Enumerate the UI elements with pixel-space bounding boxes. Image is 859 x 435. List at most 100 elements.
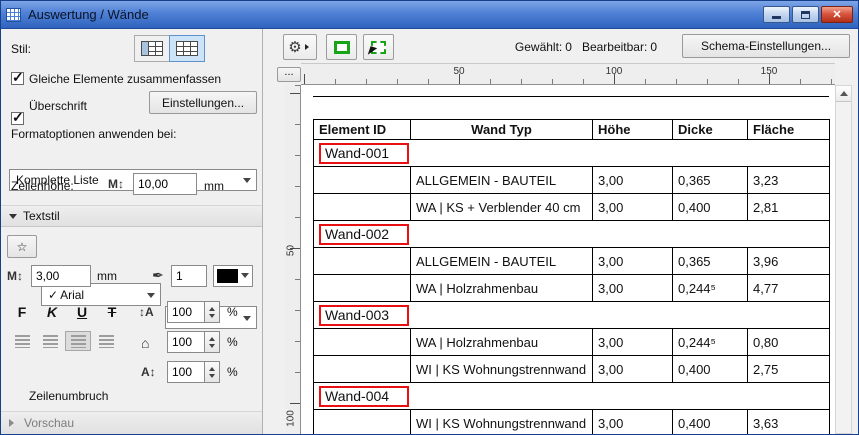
minimize-button[interactable] — [763, 6, 790, 23]
column-header-element-id[interactable]: Element ID — [314, 120, 411, 140]
dicke-cell[interactable]: 0,400 — [673, 410, 748, 435]
element-id-cell[interactable] — [314, 356, 411, 383]
group-row[interactable]: Wand-004 — [314, 383, 830, 410]
dicke-cell[interactable]: 0,400 — [673, 356, 748, 383]
flaeche-cell[interactable]: 3,96 — [748, 248, 830, 275]
data-row[interactable]: WA | Holzrahmenbau3,000,244⁵4,77 — [314, 275, 830, 302]
dicke-cell[interactable]: 0,244⁵ — [673, 329, 748, 356]
wand-typ-cell[interactable]: WA | Holzrahmenbau — [411, 275, 593, 302]
column-header-flaeche[interactable]: Fläche — [748, 120, 830, 140]
favorite-style-button[interactable]: ☆ — [7, 235, 37, 258]
strikethrough-button[interactable]: T — [99, 301, 125, 323]
wand-typ-cell[interactable]: ALLGEMEIN - BAUTEIL — [411, 248, 593, 275]
font-size-input[interactable] — [31, 265, 91, 287]
align-justify-button[interactable] — [93, 331, 119, 351]
italic-button[interactable]: K — [39, 301, 65, 323]
element-id-cell[interactable]: Wand-001 — [314, 140, 830, 167]
wand-typ-cell[interactable]: WA | KS + Verblender 40 cm — [411, 194, 593, 221]
vorschau-section-header[interactable]: Vorschau — [1, 411, 262, 435]
element-id-field[interactable]: Wand-001 — [319, 143, 409, 164]
schedule-canvas[interactable]: Element IDWand TypHöheDickeFläche Wand-0… — [301, 85, 835, 434]
flaeche-cell[interactable]: 2,75 — [748, 356, 830, 383]
data-row[interactable]: ALLGEMEIN - BAUTEIL3,000,3653,23 — [314, 167, 830, 194]
column-header-hoehe[interactable]: Höhe — [593, 120, 673, 140]
dicke-cell[interactable]: 0,400 — [673, 194, 748, 221]
ueberschrift-checkbox[interactable] — [11, 112, 24, 125]
ruler-options-button[interactable]: ... — [277, 67, 301, 82]
flaeche-cell[interactable]: 0,80 — [748, 329, 830, 356]
scrollbar-up-button[interactable] — [836, 86, 851, 102]
flaeche-cell[interactable]: 4,77 — [748, 275, 830, 302]
element-id-field[interactable]: Wand-003 — [319, 305, 409, 326]
select-elements-button[interactable] — [363, 34, 394, 60]
style-grid-button[interactable] — [169, 35, 205, 62]
width-factor-input[interactable] — [167, 331, 205, 353]
line-spacing-stepper[interactable] — [205, 301, 220, 323]
merge-elements-checkbox[interactable] — [11, 72, 24, 85]
title-bar[interactable]: Auswertung / Wände ✕ — [1, 1, 858, 29]
style-list-button[interactable] — [134, 35, 170, 62]
hoehe-cell[interactable]: 3,00 — [593, 167, 673, 194]
hoehe-cell[interactable]: 3,00 — [593, 248, 673, 275]
column-header-wand-typ[interactable]: Wand Typ — [411, 120, 593, 140]
select-region-button[interactable] — [326, 34, 357, 60]
hoehe-cell[interactable]: 3,00 — [593, 410, 673, 435]
dicke-cell[interactable]: 0,244⁵ — [673, 275, 748, 302]
data-row[interactable]: WA | Holzrahmenbau3,000,244⁵0,80 — [314, 329, 830, 356]
hoehe-cell[interactable]: 3,00 — [593, 356, 673, 383]
flaeche-cell[interactable]: 2,81 — [748, 194, 830, 221]
wand-typ-cell[interactable]: WI | KS Wohnungstrennwand — [411, 410, 593, 435]
ruler-label: 50 — [453, 66, 464, 77]
element-id-field[interactable]: Wand-002 — [319, 224, 409, 245]
group-row[interactable]: Wand-003 — [314, 302, 830, 329]
element-id-cell[interactable] — [314, 329, 411, 356]
element-id-cell[interactable]: Wand-003 — [314, 302, 830, 329]
pen-number-input[interactable] — [171, 265, 207, 287]
row-height-input[interactable] — [133, 173, 197, 195]
schedule-settings-menu-button[interactable]: ⚙ — [283, 34, 317, 60]
text-color-button[interactable] — [213, 265, 253, 287]
spinner-up-icon — [209, 334, 215, 341]
hoehe-cell[interactable]: 3,00 — [593, 329, 673, 356]
dicke-cell[interactable]: 0,365 — [673, 167, 748, 194]
data-row[interactable]: ALLGEMEIN - BAUTEIL3,000,3653,96 — [314, 248, 830, 275]
hoehe-cell[interactable]: 3,00 — [593, 275, 673, 302]
data-row[interactable]: WI | KS Wohnungstrennwand3,000,4002,75 — [314, 356, 830, 383]
element-id-cell[interactable] — [314, 194, 411, 221]
element-id-cell[interactable] — [314, 167, 411, 194]
wand-typ-cell[interactable]: WI | KS Wohnungstrennwand — [411, 356, 593, 383]
align-center-button[interactable] — [37, 331, 63, 351]
vertical-scrollbar[interactable] — [835, 85, 852, 434]
bold-button[interactable]: F — [9, 301, 35, 323]
width-factor-stepper[interactable] — [205, 331, 220, 353]
element-id-cell[interactable]: Wand-004 — [314, 383, 830, 410]
element-id-cell[interactable] — [314, 248, 411, 275]
einstellungen-button[interactable]: Einstellungen... — [149, 91, 257, 114]
schema-einstellungen-button[interactable]: Schema-Einstellungen... — [682, 34, 850, 58]
maximize-button[interactable] — [792, 6, 819, 23]
align-right-button[interactable] — [65, 331, 91, 351]
flaeche-cell[interactable]: 3,63 — [748, 410, 830, 435]
column-header-dicke[interactable]: Dicke — [673, 120, 748, 140]
dicke-cell[interactable]: 0,365 — [673, 248, 748, 275]
element-id-cell[interactable] — [314, 410, 411, 435]
textstil-section-header[interactable]: Textstil — [1, 205, 262, 227]
wand-typ-cell[interactable]: WA | Holzrahmenbau — [411, 329, 593, 356]
wand-typ-cell[interactable]: ALLGEMEIN - BAUTEIL — [411, 167, 593, 194]
close-button[interactable]: ✕ — [821, 6, 853, 23]
cursor-arrow-icon — [368, 46, 377, 57]
hoehe-cell[interactable]: 3,00 — [593, 194, 673, 221]
group-row[interactable]: Wand-001 — [314, 140, 830, 167]
line-spacing-input[interactable] — [167, 301, 205, 323]
element-id-field[interactable]: Wand-004 — [319, 386, 409, 407]
group-row[interactable]: Wand-002 — [314, 221, 830, 248]
element-id-cell[interactable] — [314, 275, 411, 302]
element-id-cell[interactable]: Wand-002 — [314, 221, 830, 248]
align-left-button[interactable] — [9, 331, 35, 351]
char-spacing-input[interactable] — [167, 361, 205, 383]
data-row[interactable]: WA | KS + Verblender 40 cm3,000,4002,81 — [314, 194, 830, 221]
underline-button[interactable]: U — [69, 301, 95, 323]
data-row[interactable]: WI | KS Wohnungstrennwand3,000,4003,63 — [314, 410, 830, 435]
flaeche-cell[interactable]: 3,23 — [748, 167, 830, 194]
char-spacing-stepper[interactable] — [205, 361, 220, 383]
